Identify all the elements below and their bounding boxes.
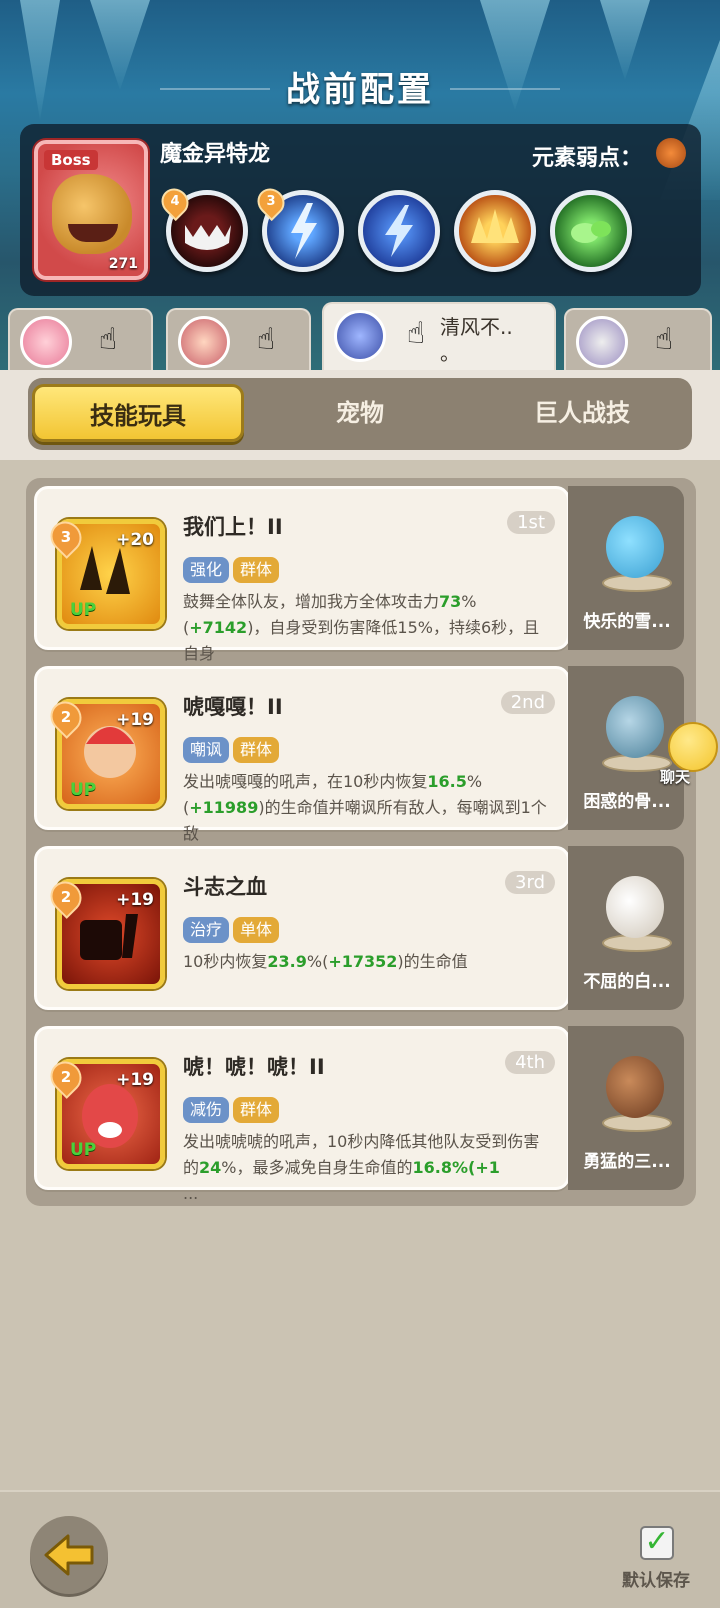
boss-tag: Boss — [44, 150, 98, 170]
skill-rank: 3rd — [505, 871, 555, 894]
team-slot[interactable]: ☝ — [564, 308, 712, 370]
fire-element-icon[interactable] — [656, 138, 686, 168]
boss-level: 271 — [108, 256, 138, 272]
team-slot[interactable]: ☝ — [166, 308, 311, 370]
skill-tag: 嘲讽 — [183, 737, 230, 763]
skill-rank: 4th — [505, 1051, 555, 1074]
pet-name: 快乐的雪... — [583, 612, 671, 632]
skill-upgrade-badge: UP — [70, 780, 97, 800]
skill-title: 我们上！II — [183, 515, 283, 539]
skill-plus-level: +19 — [116, 710, 154, 730]
team-name: 清风不..。 — [440, 315, 513, 365]
skill-card[interactable]: +20 UP 3 我们上！II 1st 强化 群体 鼓舞全体队友，增加我方全体攻… — [34, 486, 570, 689]
team-slot[interactable]: ☝ — [8, 308, 153, 370]
skill-tag: 强化 — [183, 557, 230, 583]
tap-hand-icon: ☝ — [654, 322, 674, 357]
skill-rank: 1st — [507, 511, 555, 534]
hero-avatar — [576, 316, 628, 368]
skill-tag: 群体 — [233, 737, 280, 763]
tab-pets[interactable]: 宠物 — [254, 384, 466, 442]
skill-tag: 群体 — [233, 557, 280, 583]
skill-description: 发出唬唬唬的吼声，10秒内降低其他队友受到伤害的24%，最多减免自身生命值的16… — [183, 1132, 540, 1203]
bottom-bar — [0, 1490, 720, 1608]
pet-slot[interactable]: 不屈的白... — [568, 846, 684, 1010]
skill-plus-level: +19 — [116, 1070, 154, 1090]
green-slime-icon[interactable] — [550, 190, 632, 272]
chat-label: 聊天 — [660, 768, 691, 786]
skill-plus-level: +20 — [116, 530, 154, 550]
pet-slot[interactable]: 勇猛的三... — [568, 1026, 684, 1190]
hero-avatar — [334, 310, 386, 362]
skill-tag: 减伤 — [183, 1097, 230, 1123]
skill-tag: 治疗 — [183, 917, 230, 943]
tap-hand-icon: ☝ — [98, 322, 118, 357]
team-selector: ☝ ☝ ☝ 清风不..。 ☝ — [0, 300, 720, 370]
hero-avatar — [178, 316, 230, 368]
skill-tag: 单体 — [233, 917, 280, 943]
default-save-label[interactable]: 默认保存 — [622, 1566, 690, 1591]
pet-name: 勇猛的三... — [583, 1152, 671, 1172]
element-weakness-label: 元素弱点： — [532, 146, 643, 171]
skill-upgrade-badge: UP — [70, 600, 97, 620]
page-title: 战前配置 — [286, 70, 434, 110]
lightning-bolt-icon[interactable] — [358, 190, 440, 272]
back-button[interactable] — [30, 1516, 108, 1594]
tab-giant-skills[interactable]: 巨人战技 — [476, 384, 688, 442]
hero-avatar — [20, 316, 72, 368]
boss-dinosaur-image — [52, 174, 132, 254]
skill-card[interactable]: +19 2 斗志之血 3rd 治疗 单体 10秒内恢复23.9%(+17352)… — [34, 846, 570, 1010]
boss-name: 魔金异特龙 — [160, 142, 271, 167]
skill-rank: 2nd — [500, 691, 555, 714]
smiley-icon — [668, 722, 718, 772]
pet-figure-goat — [588, 860, 672, 952]
skill-title: 唬！唬！唬！II — [183, 1055, 325, 1079]
checkmark-icon[interactable]: ✓ — [640, 1526, 674, 1560]
tap-hand-icon: ☝ — [256, 322, 276, 357]
team-slot-active[interactable]: ☝ 清风不..。 — [322, 302, 556, 370]
boss-portrait[interactable]: Boss 271 — [34, 140, 148, 280]
pet-name: 不屈的白... — [583, 972, 671, 992]
golden-spikes-icon[interactable] — [454, 190, 536, 272]
back-arrow-icon — [44, 1534, 94, 1576]
pet-slot[interactable]: 快乐的雪... — [568, 486, 684, 650]
chat-button[interactable]: 聊天 — [650, 722, 720, 792]
skill-title: 唬嘎嘎！II — [183, 695, 283, 719]
tab-skill-toys[interactable]: 技能玩具 — [32, 384, 244, 442]
pet-figure-beast — [588, 1040, 672, 1132]
skill-card[interactable]: +19 UP 2 唬！唬！唬！II 4th 减伤 群体 发出唬唬唬的吼声，10秒… — [34, 1026, 570, 1203]
skill-plus-level: +19 — [116, 890, 154, 910]
skill-description: 10秒内恢复23.9%(+17352)的生命值 — [183, 952, 468, 971]
tap-hand-icon: ☝ — [406, 316, 426, 351]
skill-title: 斗志之血 — [183, 875, 267, 899]
pet-figure-snow — [588, 500, 672, 592]
skill-tag: 群体 — [233, 1097, 280, 1123]
skill-card[interactable]: +19 UP 2 唬嘎嘎！II 2nd 嘲讽 群体 发出唬嘎嘎的吼声，在10秒内… — [34, 666, 570, 869]
skill-upgrade-badge: UP — [70, 1140, 97, 1160]
